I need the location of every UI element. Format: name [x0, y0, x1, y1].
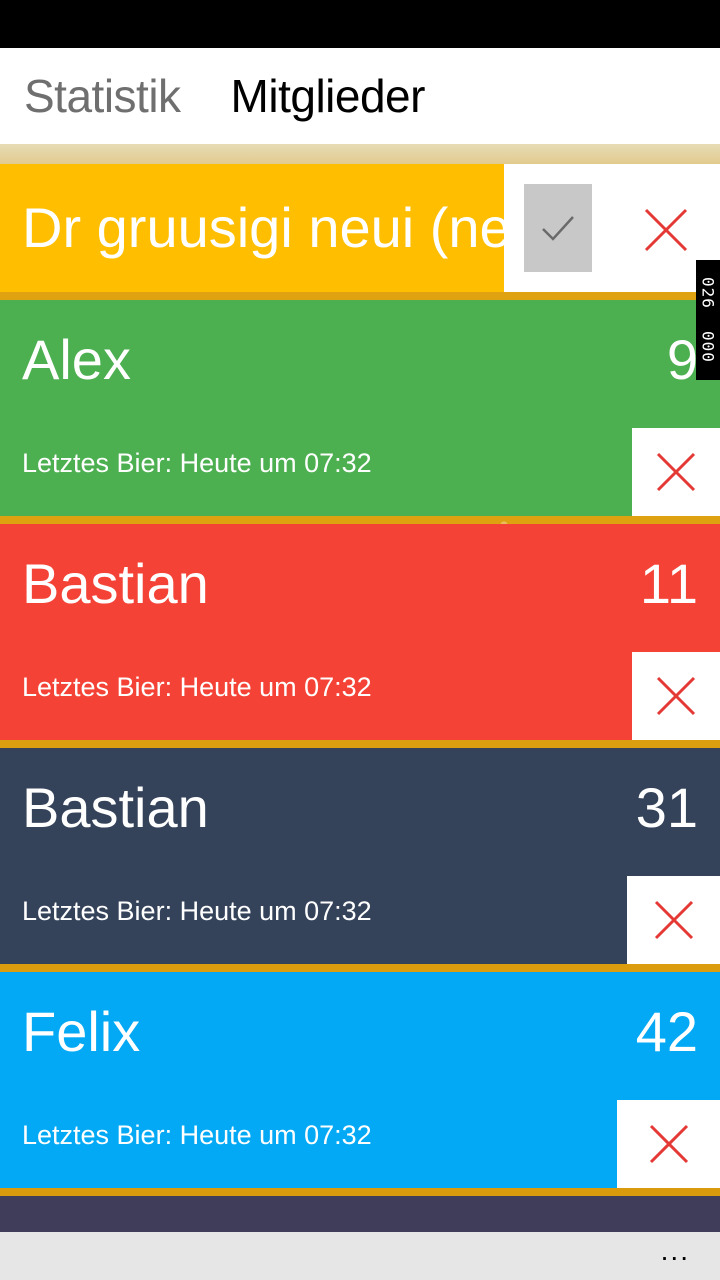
member-name: Alex [22, 328, 131, 391]
delete-member-button[interactable] [632, 652, 720, 740]
member-card-partial[interactable] [0, 1196, 720, 1232]
delete-member-button[interactable] [632, 428, 720, 516]
pivot-header: Statistik Mitglieder [0, 48, 720, 144]
status-bar [0, 0, 720, 48]
tab-statistik[interactable]: Statistik [0, 73, 207, 119]
member-name: Bastian [22, 552, 209, 615]
beer-count: 11 [639, 552, 698, 615]
close-icon [649, 1124, 688, 1164]
app-bar: ... [0, 1232, 720, 1280]
delete-member-button[interactable] [617, 1100, 720, 1188]
last-beer-label: Letztes Bier: Heute um 07:32 [22, 672, 372, 702]
cancel-button[interactable] [640, 204, 692, 256]
member-card-bastian-2[interactable]: Bastian 31 Letztes Bier: Heute um 07:32 [0, 748, 720, 964]
check-icon [542, 216, 574, 241]
member-card-alex[interactable]: Alex 9 Letztes Bier: Heute um 07:32 [0, 300, 720, 516]
new-member-actions [504, 164, 720, 292]
beer-count: 31 [635, 776, 698, 839]
new-member-name-input[interactable]: Dr gruusigi neui (ne [0, 164, 504, 292]
beer-count: 9 [666, 328, 698, 391]
member-card-bastian[interactable]: Bastian 11 Letztes Bier: Heute um 07:32 [0, 524, 720, 740]
member-card-felix[interactable]: Felix 42 Letztes Bier: Heute um 07:32 [0, 972, 720, 1188]
counter-value: 000 [698, 331, 718, 363]
last-beer-label: Letztes Bier: Heute um 07:32 [22, 896, 372, 926]
close-icon [644, 208, 688, 252]
close-icon [654, 900, 693, 940]
tab-mitglieder[interactable]: Mitglieder [207, 73, 451, 119]
last-beer-label: Letztes Bier: Heute um 07:32 [22, 448, 372, 478]
frame-counter-overlay: 026 000 [696, 260, 720, 380]
delete-member-button[interactable] [627, 876, 720, 964]
close-icon [656, 452, 696, 492]
last-beer-label: Letztes Bier: Heute um 07:32 [22, 1120, 372, 1150]
confirm-button[interactable] [524, 184, 592, 272]
close-icon [656, 676, 696, 716]
new-member-row: Dr gruusigi neui (ne [0, 164, 720, 292]
more-button[interactable]: ... [661, 1237, 690, 1265]
counter-value: 026 [698, 277, 718, 309]
member-name: Bastian [22, 776, 209, 839]
member-name: Felix [22, 1000, 141, 1063]
beer-count: 42 [635, 1000, 698, 1063]
